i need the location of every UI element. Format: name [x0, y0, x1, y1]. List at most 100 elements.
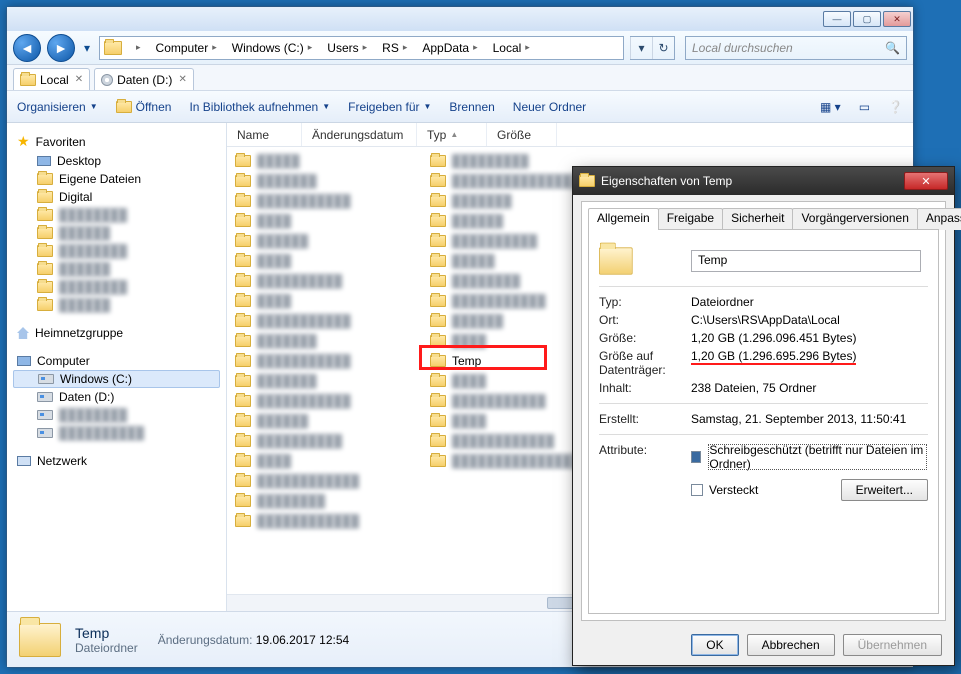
view-icon[interactable]: ▦ ▾ [820, 100, 841, 114]
address-bar[interactable]: ▸ Computer▸ Windows (C:)▸ Users▸ RS▸ App… [99, 36, 624, 60]
folder-icon [430, 375, 446, 387]
tab-customize[interactable]: Anpassen [917, 208, 961, 230]
burn-button[interactable]: Brennen [449, 100, 494, 114]
tab-general[interactable]: Allgemein [588, 208, 659, 230]
col-name[interactable]: Name [227, 123, 302, 146]
minimize-button[interactable]: — [823, 11, 851, 27]
organize-menu[interactable]: Organisieren▼ [17, 100, 98, 114]
list-item[interactable]: ████ [227, 251, 422, 271]
titlebar: — ▢ ✕ [7, 7, 913, 31]
list-item[interactable]: ████ [227, 211, 422, 231]
nav-desktop[interactable]: Desktop [7, 152, 226, 170]
share-menu[interactable]: Freigeben für▼ [348, 100, 431, 114]
advanced-button[interactable]: Erweitert... [841, 479, 928, 501]
folder-icon [37, 245, 53, 257]
open-button[interactable]: Öffnen [116, 100, 172, 114]
list-item[interactable]: ████ [227, 291, 422, 311]
search-input[interactable]: Local durchsuchen 🔍 [685, 36, 907, 60]
favorites-header[interactable]: ★Favoriten [7, 131, 226, 152]
maximize-button[interactable]: ▢ [853, 11, 881, 27]
list-item[interactable]: ██████ [227, 231, 422, 251]
folder-icon [235, 355, 251, 367]
dropdown-icon[interactable]: ▾ [630, 37, 652, 59]
newfolder-button[interactable]: Neuer Ordner [513, 100, 586, 114]
forward-button[interactable]: ► [47, 34, 75, 62]
column-headers: Name Änderungsdatum Typ▲ Größe [227, 123, 913, 147]
tab-sharing[interactable]: Freigabe [658, 208, 723, 230]
folder-icon [235, 375, 251, 387]
readonly-checkbox[interactable] [691, 451, 701, 463]
dialog-titlebar[interactable]: Eigenschaften von Temp ✕ [573, 167, 954, 195]
crumb-2[interactable]: Users▸ [319, 37, 374, 59]
hidden-label: Versteckt [709, 483, 758, 497]
col-type[interactable]: Typ▲ [417, 123, 487, 146]
list-item[interactable]: ██████████ [227, 271, 422, 291]
nav-blurred[interactable]: ████████ [7, 242, 226, 260]
close-icon[interactable]: ✕ [178, 74, 186, 85]
list-item[interactable]: ███████ [227, 331, 422, 351]
annotation-highlight [419, 345, 547, 370]
list-item[interactable]: ███████ [227, 171, 422, 191]
list-item[interactable]: ███████ [227, 371, 422, 391]
crumb-0[interactable]: Computer▸ [148, 37, 224, 59]
library-menu[interactable]: In Bibliothek aufnehmen▼ [189, 100, 330, 114]
nav-blurred[interactable]: ██████ [7, 296, 226, 314]
homegroup-header[interactable]: Heimnetzgruppe [7, 324, 226, 342]
created-label: Erstellt: [599, 412, 691, 426]
computer-header[interactable]: Computer [7, 352, 226, 370]
folder-icon [430, 435, 446, 447]
nav-drive-c[interactable]: Windows (C:) [13, 370, 220, 388]
list-item[interactable]: ███████████ [227, 351, 422, 371]
folder-icon [430, 155, 446, 167]
hidden-checkbox[interactable] [691, 484, 703, 496]
name-field[interactable]: Temp [691, 250, 921, 272]
col-date[interactable]: Änderungsdatum [302, 123, 417, 146]
crumb-1[interactable]: Windows (C:)▸ [224, 37, 320, 59]
history-dropdown[interactable]: ▾ [81, 34, 93, 62]
nav-documents[interactable]: Eigene Dateien [7, 170, 226, 188]
nav-blurred[interactable]: ██████ [7, 224, 226, 242]
nav-drive-d[interactable]: Daten (D:) [7, 388, 226, 406]
preview-icon[interactable]: ▭ [859, 100, 870, 114]
folder-icon [430, 255, 446, 267]
list-item[interactable]: █████ [227, 151, 422, 171]
crumb-root[interactable]: ▸ [124, 37, 148, 59]
col-size[interactable]: Größe [487, 123, 557, 146]
close-button[interactable]: ✕ [883, 11, 911, 27]
nav-blurred[interactable]: ████████ [7, 406, 226, 424]
nav-blurred[interactable]: ████████ [7, 206, 226, 224]
tab-daten[interactable]: Daten (D:) ✕ [94, 68, 194, 90]
address-buttons: ▾ ↻ [630, 36, 675, 60]
list-item[interactable]: ███████████ [227, 391, 422, 411]
list-item[interactable]: ██████ [227, 411, 422, 431]
nav-blurred[interactable]: ██████ [7, 260, 226, 278]
nav-blurred[interactable]: ██████████ [7, 424, 226, 442]
tab-security[interactable]: Sicherheit [722, 208, 793, 230]
list-item[interactable]: ██████████ [227, 431, 422, 451]
tab-label: Daten (D:) [117, 73, 172, 87]
crumb-3[interactable]: RS▸ [374, 37, 414, 59]
dialog-close-button[interactable]: ✕ [904, 172, 948, 190]
refresh-icon[interactable]: ↻ [652, 37, 674, 59]
list-item[interactable]: ████████ [227, 491, 422, 511]
back-button[interactable]: ◄ [13, 34, 41, 62]
crumb-4[interactable]: AppData▸ [414, 37, 484, 59]
crumb-5[interactable]: Local▸ [485, 37, 537, 59]
tab-previous[interactable]: Vorgängerversionen [792, 208, 917, 230]
cancel-button[interactable]: Abbrechen [747, 634, 835, 656]
list-item[interactable]: ███████████ [227, 311, 422, 331]
tab-local[interactable]: Local ✕ [13, 68, 90, 90]
ok-button[interactable]: OK [691, 634, 738, 656]
list-item[interactable]: ████████████ [227, 511, 422, 531]
apply-button[interactable]: Übernehmen [843, 634, 942, 656]
close-icon[interactable]: ✕ [75, 74, 83, 85]
help-icon[interactable]: ❔ [888, 100, 903, 114]
list-item[interactable]: ████ [227, 451, 422, 471]
list-item[interactable]: ███████████ [227, 191, 422, 211]
list-item[interactable]: ████████████ [227, 471, 422, 491]
folder-icon [235, 255, 251, 267]
network-header[interactable]: Netzwerk [7, 452, 226, 470]
nav-digital[interactable]: Digital [7, 188, 226, 206]
details-date-value: 19.06.2017 12:54 [256, 633, 349, 647]
nav-blurred[interactable]: ████████ [7, 278, 226, 296]
